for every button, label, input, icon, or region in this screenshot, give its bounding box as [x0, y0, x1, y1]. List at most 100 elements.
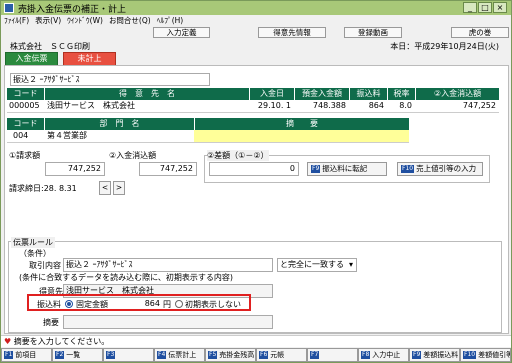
transaction-label: 取引内容 — [29, 261, 61, 270]
cell-transfer-fee[interactable]: 864 — [349, 100, 387, 113]
maximize-button[interactable]: □ — [478, 2, 492, 13]
difference-amount: 0 — [209, 162, 299, 176]
slip-rule-legend: 伝票ルール — [11, 237, 55, 248]
f5-receivable-balance-button[interactable]: F5 売掛金残高 — [205, 348, 256, 362]
radio-selected-dot — [67, 302, 71, 306]
customer-info-button[interactable]: 得意先情報 — [258, 27, 326, 38]
bill-label: ①請求額 — [9, 151, 41, 160]
no-initial-display-radio[interactable] — [175, 300, 183, 308]
function-key-bar: F1 前項目 F2 一覧 F3 F4 伝票計上 F5 売掛金残高 F6 元帳 F7 F8 入… — [1, 348, 511, 362]
cell-code[interactable]: 000005 — [7, 100, 44, 113]
fee-amount[interactable]: 864 — [132, 299, 160, 308]
col-deposit-amount: 預金入金額 — [294, 88, 349, 100]
f5-key-icon: F5 — [208, 351, 218, 359]
f10-diff-discount-button[interactable]: F10 差額値引等 — [460, 348, 511, 362]
sales-discount-button[interactable]: F10 売上値引等の入力 — [397, 162, 483, 176]
f1-prev-item-button[interactable]: F1 前項目 — [1, 348, 52, 362]
f1-key-icon: F1 — [4, 351, 14, 359]
current-date: 本日：平成29年10月24日(火) — [390, 42, 499, 51]
main-window: 売掛入金伝票の補正・計上 _ □ × ﾌｧｲﾙ(F) 表示(V) ｳｲﾝﾄﾞｳ(… — [0, 0, 512, 363]
tips-button[interactable]: 虎の巻 — [451, 27, 509, 38]
f10-key-icon: F10 — [463, 351, 477, 359]
status-message: 摘要を入力してください。 — [13, 337, 110, 346]
title-bar: 売掛入金伝票の補正・計上 _ □ × — [1, 1, 511, 15]
col-payment-date: 入金日 — [249, 88, 294, 100]
cell-dept-code[interactable]: 004 — [7, 130, 44, 143]
fee-unit: 円 — [163, 300, 171, 309]
f2-key-icon: F2 — [55, 351, 65, 359]
input-definition-button[interactable]: 入力定義 — [153, 27, 210, 38]
col-summary: 摘 要 — [194, 118, 409, 130]
f4-key-icon: F4 — [157, 351, 167, 359]
cleared-amount: 747,252 — [139, 162, 197, 176]
close-button[interactable]: × — [493, 2, 507, 13]
cell-payment-date[interactable]: 29.10. 1 — [249, 100, 294, 113]
menu-file[interactable]: ﾌｧｲﾙ(F) — [1, 15, 32, 27]
fixed-amount-radio[interactable] — [65, 300, 73, 308]
difference-label: ②差額（①－②） — [207, 150, 269, 161]
menu-inquiry[interactable]: お問合せ(Q) — [106, 15, 154, 27]
cleared-label: ②入金消込額 — [109, 151, 157, 160]
company-name: 株式会社 ＳＣＧ印刷 — [10, 42, 90, 51]
fee-label: 振込料 — [37, 300, 61, 309]
cell-dept-name[interactable]: 第４営業部 — [44, 130, 194, 143]
menu-window[interactable]: ｳｲﾝﾄﾞｳ(W) — [64, 15, 106, 27]
col-code: コード — [7, 88, 44, 100]
condition-label: （条件） — [19, 249, 51, 258]
cell-deposit-amount[interactable]: 748.388 — [294, 100, 349, 113]
menu-bar: ﾌｧｲﾙ(F) 表示(V) ｳｲﾝﾄﾞｳ(W) お問合せ(Q) ﾍﾙﾌﾟ(H) — [1, 15, 511, 27]
f4-post-slip-button[interactable]: F4 伝票計上 — [154, 348, 205, 362]
f6-ledger-button[interactable]: F6 元帳 — [256, 348, 307, 362]
menu-view[interactable]: 表示(V) — [32, 15, 64, 27]
bill-amount: 747,252 — [45, 162, 105, 176]
f9-diff-transfer-fee-button[interactable]: F9 差額振込料 — [409, 348, 460, 362]
f8-key-icon: F8 — [361, 351, 371, 359]
fixed-amount-label[interactable]: 固定金額 — [76, 299, 108, 310]
tab-unposted[interactable]: 未計上 — [63, 52, 116, 66]
no-initial-display-label[interactable]: 初期表示しない — [185, 299, 241, 310]
billing-close-date: 請求締日:28. 8.31 — [9, 184, 77, 193]
department-grid-header: コード 部 門 名 摘 要 — [7, 118, 409, 130]
tab-payment-slip[interactable]: 入金伝票 — [5, 52, 58, 66]
customer-grid-header: コード 得 意 先 名 入金日 預金入金額 振込料 税率 ②入金消込額 — [7, 88, 499, 100]
window-title: 売掛入金伝票の補正・計上 — [18, 4, 127, 15]
cell-tax-rate[interactable]: 8.0 — [387, 100, 415, 113]
dropdown-arrow-icon: ▾ — [348, 260, 353, 269]
table-row[interactable]: 004 第４営業部 — [7, 130, 409, 143]
col-cleared-amount: ②入金消込額 — [415, 88, 499, 100]
heart-icon: ♥ — [4, 337, 12, 346]
prev-arrow-button[interactable]: < — [99, 181, 111, 195]
f3-button[interactable]: F3 — [103, 348, 154, 362]
transaction-content-input[interactable]: 振込２ ｰｱｻﾀﾞｻｰﾋﾞｽ — [63, 258, 273, 272]
next-arrow-button[interactable]: > — [113, 181, 125, 195]
col-transfer-fee: 振込料 — [349, 88, 387, 100]
f9-key-icon: F9 — [412, 351, 422, 359]
rule-summary-label: 摘要 — [43, 318, 59, 327]
f7-button[interactable]: F7 — [307, 348, 358, 362]
menu-help[interactable]: ﾍﾙﾌﾟ(H) — [154, 15, 187, 27]
col-customer-name: 得 意 先 名 — [44, 88, 249, 100]
col-dept-code: コード — [7, 118, 44, 130]
f7-key-icon: F7 — [310, 351, 320, 359]
match-condition-select[interactable]: と完全に一致する ▾ — [277, 258, 357, 272]
summary-input[interactable] — [194, 130, 409, 143]
status-bar: ♥ 摘要を入力してください。 — [1, 335, 511, 347]
app-icon — [4, 3, 14, 13]
table-row[interactable]: 000005 浅田サービス 株式会社 29.10. 1 748.388 864 … — [7, 100, 499, 113]
f3-key-icon: F3 — [106, 351, 116, 359]
initial-display-note: (条件に合致するデータを読み込む際に、初期表示する内容) — [19, 273, 233, 282]
transfer-to-fee-button[interactable]: F9 振込料に転記 — [307, 162, 387, 176]
f10-key-icon: F10 — [401, 165, 415, 173]
rule-summary-field — [63, 315, 273, 329]
cell-customer-name[interactable]: 浅田サービス 株式会社 — [44, 100, 249, 113]
f8-cancel-input-button[interactable]: F8 入力中止 — [358, 348, 409, 362]
tutorial-video-button[interactable]: 登録動画 — [344, 27, 402, 38]
f9-key-icon: F9 — [311, 165, 321, 173]
col-tax-rate: 税率 — [387, 88, 415, 100]
minimize-button[interactable]: _ — [463, 2, 477, 13]
f2-list-button[interactable]: F2 一覧 — [52, 348, 103, 362]
transaction-description: 振込２ ｰｱｻﾀﾞｻｰﾋﾞｽ — [10, 73, 210, 86]
cell-cleared-amount[interactable]: 747,252 — [415, 100, 499, 113]
